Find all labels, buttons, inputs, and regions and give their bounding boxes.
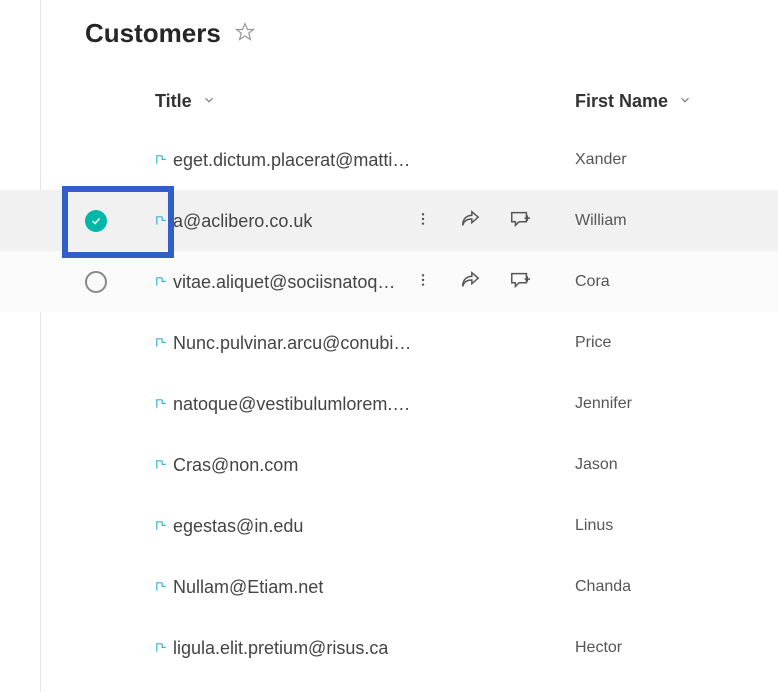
- list-item-new-icon: [155, 333, 167, 354]
- row-title-cell[interactable]: a@aclibero.co.uk: [155, 211, 415, 232]
- row-title-text: vitae.aliquet@sociisnatoq…: [173, 272, 395, 293]
- column-header-firstname[interactable]: First Name: [575, 91, 692, 112]
- row-firstname-cell: Hector: [575, 639, 622, 657]
- list-item-new-icon: [155, 272, 167, 293]
- row-actions-cell: [415, 269, 575, 296]
- select-circle-icon[interactable]: [85, 271, 107, 293]
- row-title-cell[interactable]: Nunc.pulvinar.arcu@conubianostraper.edu: [155, 333, 415, 354]
- row-title-cell[interactable]: egestas@in.edu: [155, 516, 415, 537]
- row-actions-cell: [415, 208, 575, 235]
- list-item-new-icon: [155, 516, 167, 537]
- list-item-new-icon: [155, 638, 167, 659]
- row-title-text: Cras@non.com: [173, 455, 298, 476]
- row-firstname-cell: William: [575, 212, 627, 230]
- row-firstname-cell: Jason: [575, 456, 618, 474]
- column-header-title[interactable]: Title: [155, 91, 575, 112]
- table-row[interactable]: egestas@in.edu Linus: [0, 495, 778, 556]
- row-title-text: Nullam@Etiam.net: [173, 577, 323, 598]
- share-icon[interactable]: [459, 269, 481, 296]
- list-item-new-icon: [155, 150, 167, 171]
- table-header-row: Title First Name: [0, 73, 778, 129]
- row-title-text: a@aclibero.co.uk: [173, 211, 312, 232]
- list-item-new-icon: [155, 455, 167, 476]
- more-actions-icon[interactable]: [415, 209, 431, 234]
- row-select-cell[interactable]: [85, 271, 155, 293]
- row-title-text: egestas@in.edu: [173, 516, 303, 537]
- table-row[interactable]: Nullam@Etiam.net Chanda: [0, 556, 778, 617]
- comment-icon[interactable]: [509, 208, 531, 235]
- table-row[interactable]: eget.dictum.placerat@mattis.ca Xander: [0, 129, 778, 190]
- row-title-cell[interactable]: natoque@vestibulumlorem.edu: [155, 394, 415, 415]
- list-item-new-icon: [155, 394, 167, 415]
- row-title-cell[interactable]: Nullam@Etiam.net: [155, 577, 415, 598]
- table-row[interactable]: vitae.aliquet@sociisnatoq… Cora: [0, 251, 778, 312]
- row-title-text: natoque@vestibulumlorem.edu: [173, 394, 415, 415]
- row-firstname-cell: Linus: [575, 517, 613, 535]
- row-title-text: Nunc.pulvinar.arcu@conubianostraper.edu: [173, 333, 415, 354]
- row-title-text: eget.dictum.placerat@mattis.ca: [173, 150, 415, 171]
- column-header-firstname-label: First Name: [575, 91, 668, 112]
- chevron-down-icon: [202, 91, 216, 112]
- table-row[interactable]: natoque@vestibulumlorem.edu Jennifer: [0, 373, 778, 434]
- row-title-cell[interactable]: ligula.elit.pretium@risus.ca: [155, 638, 415, 659]
- row-firstname-cell: Jennifer: [575, 395, 632, 413]
- table-row[interactable]: ligula.elit.pretium@risus.ca Hector: [0, 617, 778, 678]
- row-title-cell[interactable]: Cras@non.com: [155, 455, 415, 476]
- column-header-title-label: Title: [155, 91, 192, 112]
- row-title-cell[interactable]: vitae.aliquet@sociisnatoq…: [155, 272, 415, 293]
- comment-icon[interactable]: [509, 269, 531, 296]
- table-row[interactable]: a@aclibero.co.uk William: [0, 190, 778, 251]
- favorite-star-icon[interactable]: [235, 22, 255, 46]
- more-actions-icon[interactable]: [415, 270, 431, 295]
- table-row[interactable]: Cras@non.com Jason: [0, 434, 778, 495]
- row-firstname-cell: Chanda: [575, 578, 631, 596]
- row-firstname-cell: Xander: [575, 151, 627, 169]
- row-select-cell[interactable]: [85, 210, 155, 232]
- list-item-new-icon: [155, 211, 167, 232]
- table-row[interactable]: Nunc.pulvinar.arcu@conubianostraper.edu P…: [0, 312, 778, 373]
- share-icon[interactable]: [459, 208, 481, 235]
- list-item-new-icon: [155, 577, 167, 598]
- row-title-cell[interactable]: eget.dictum.placerat@mattis.ca: [155, 150, 415, 171]
- page-title: Customers: [85, 18, 221, 49]
- checkmark-circle-icon[interactable]: [85, 210, 107, 232]
- row-title-text: ligula.elit.pretium@risus.ca: [173, 638, 388, 659]
- chevron-down-icon: [678, 91, 692, 112]
- row-firstname-cell: Price: [575, 334, 611, 352]
- row-firstname-cell: Cora: [575, 273, 610, 291]
